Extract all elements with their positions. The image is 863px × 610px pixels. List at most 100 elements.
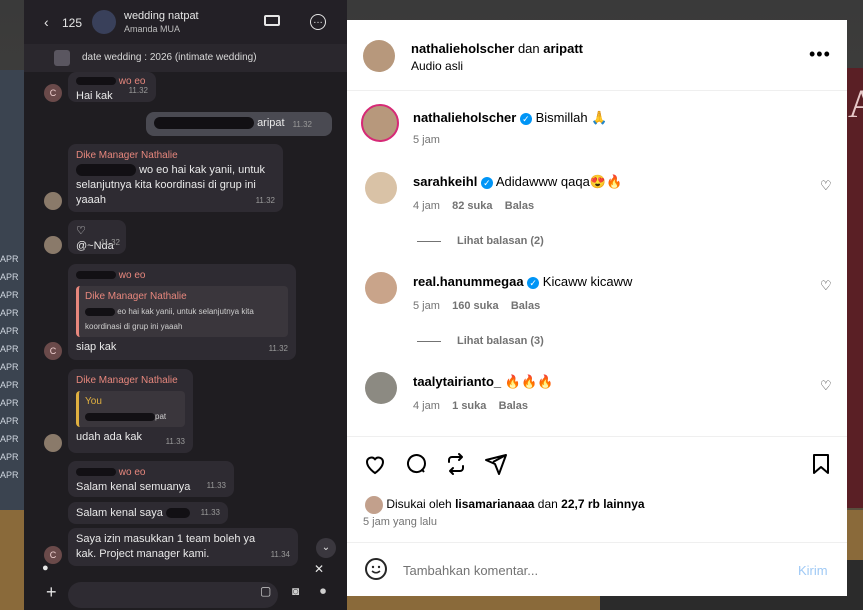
- bookmark-icon[interactable]: [809, 452, 833, 476]
- chat-message: wo eo Hai kak 11.32: [68, 72, 156, 102]
- message-time: 11.33: [165, 437, 185, 446]
- message-time: 11.32: [268, 344, 288, 353]
- heart-icon[interactable]: ♡: [820, 279, 832, 292]
- unread-count: 125: [62, 16, 83, 30]
- chat-message: wo eo Salam kenal semuanya 11.33: [68, 461, 234, 497]
- message-text: Salam kenal saya: [76, 507, 163, 519]
- chat-message: ♡ @~Nda 11.32: [68, 220, 126, 254]
- message-sender: wo eo: [76, 268, 288, 283]
- caption-username[interactable]: nathalieholscher: [413, 110, 516, 125]
- sender-avatar: [44, 236, 62, 254]
- caption-time: 5 jam: [413, 134, 440, 146]
- reply-button[interactable]: Balas: [511, 300, 540, 312]
- share-icon[interactable]: [484, 452, 508, 476]
- view-replies[interactable]: Lihat balasan (3): [417, 335, 544, 347]
- caption-avatar[interactable]: [361, 104, 399, 142]
- caption: nathalieholscher ✓ Bismillah 🙏: [413, 110, 607, 126]
- post-media: ‹ 125 wedding natpat Amanda MUA … date w…: [24, 0, 347, 610]
- author-username[interactable]: nathalieholscher: [411, 41, 514, 56]
- liker-username[interactable]: lisamarianaaa: [455, 497, 534, 511]
- chat-message: wo eo Dike Manager Nathalie eo hai kak y…: [68, 264, 296, 360]
- camera-icon: ◙: [292, 584, 300, 598]
- comment-meta: 5 jam 160 suka Balas: [413, 300, 540, 312]
- comment-avatar[interactable]: [365, 372, 397, 404]
- comment-divider: [347, 542, 847, 543]
- comment-likes[interactable]: 82 suka: [452, 200, 492, 212]
- quoted-text: pat: [85, 409, 179, 424]
- message-sender: Dike Manager Nathalie: [76, 150, 178, 161]
- authors-joiner: dan: [517, 41, 540, 56]
- message-time: 11.33: [200, 508, 220, 517]
- sender-avatar: [44, 192, 62, 210]
- chat-input: [68, 582, 278, 608]
- comment-input[interactable]: Tambahkan komentar...: [403, 563, 538, 578]
- liked-by-and: dan: [537, 497, 558, 512]
- chat-message: Dike Manager Nathalie You pat udah ada k…: [68, 369, 193, 453]
- chat-menu-icon: …: [310, 14, 326, 30]
- chat-message-outgoing: aripat 11.32: [146, 112, 332, 136]
- post-authors: nathalieholscher dan aripatt: [411, 41, 583, 56]
- comment-avatar[interactable]: [365, 172, 397, 204]
- sender-avatar: C: [44, 342, 62, 360]
- comment: real.hanummegaa ✓ Kicaww kicaww: [413, 274, 632, 289]
- reply-button[interactable]: Balas: [505, 200, 534, 212]
- heart-icon[interactable]: ♡: [820, 379, 832, 392]
- author-avatar[interactable]: [363, 40, 395, 72]
- comment-text: Adidawww qaqa😍🔥: [495, 174, 623, 189]
- message-sender: Dike Manager Nathalie: [76, 375, 178, 386]
- message-text: aripat: [257, 117, 285, 129]
- group-avatar: [92, 10, 116, 34]
- message-text: Salam kenal semuanya: [76, 481, 191, 493]
- comment: sarahkeihl ✓ Adidawww qaqa😍🔥: [413, 174, 622, 190]
- message-text: siap kak: [76, 341, 117, 353]
- sticker-icon: ▢: [260, 584, 272, 598]
- plus-icon: +: [46, 582, 57, 602]
- comment-time: 4 jam: [413, 400, 440, 412]
- verified-icon: ✓: [519, 112, 532, 125]
- scroll-down-icon: ⌄: [316, 538, 336, 558]
- chat-message: Saya izin masukkan 1 team boleh ya kak. …: [68, 528, 298, 566]
- liked-by: Disukai oleh lisamarianaaa dan 22,7 rb l…: [365, 496, 645, 514]
- liker-avatar: [365, 496, 383, 514]
- microphone-icon: ⏺: [320, 584, 327, 598]
- reply-button[interactable]: Balas: [499, 400, 528, 412]
- likes-count[interactable]: 22,7 rb lainnya: [561, 497, 644, 511]
- sender-avatar: [44, 434, 62, 452]
- liked-by-prefix: Disukai oleh: [386, 497, 452, 512]
- message-sender: wo eo: [76, 465, 226, 480]
- more-icon[interactable]: •••: [809, 44, 831, 65]
- audio-label[interactable]: Audio asli: [411, 59, 463, 73]
- message-time: 11.32: [255, 196, 275, 205]
- comment-likes[interactable]: 160 suka: [452, 300, 498, 312]
- comment-username[interactable]: real.hanummegaa: [413, 274, 524, 289]
- group-name: wedding natpat: [124, 10, 199, 22]
- person-icon: ●: [42, 562, 49, 574]
- post-time: 5 jam yang lalu: [363, 516, 437, 528]
- comment-username[interactable]: sarahkeihl: [413, 174, 477, 189]
- backdrop-left-text: APR APR APR APR APR APR APR APR APR APR …: [0, 254, 19, 480]
- comment-username[interactable]: taalytairianto_: [413, 374, 501, 389]
- post-comment-button[interactable]: Kirim: [798, 563, 828, 578]
- comment-avatar[interactable]: [365, 272, 397, 304]
- heart-icon[interactable]: [363, 452, 387, 476]
- actions-divider: [347, 436, 847, 437]
- comment-icon[interactable]: [404, 452, 428, 476]
- message-time: 11.32: [292, 120, 312, 129]
- video-call-icon: [264, 15, 280, 26]
- backdrop-right-poster: [847, 68, 863, 508]
- coauthor-username[interactable]: aripatt: [543, 41, 583, 56]
- back-icon: ‹: [44, 14, 49, 30]
- sender-avatar: C: [44, 84, 62, 102]
- comment-text: 🔥🔥🔥: [504, 374, 554, 389]
- message-time: 11.32: [100, 238, 120, 247]
- comment-likes[interactable]: 1 suka: [452, 400, 486, 412]
- comment-meta: 4 jam 82 suka Balas: [413, 200, 534, 212]
- verified-icon: ✓: [527, 276, 540, 289]
- quoted-message: Dike Manager Nathalie eo hai kak yanii, …: [76, 286, 288, 337]
- heart-icon[interactable]: ♡: [820, 179, 832, 192]
- repost-icon[interactable]: [444, 452, 468, 476]
- emoji-icon[interactable]: [365, 558, 387, 580]
- chat-header: ‹ 125 wedding natpat Amanda MUA …: [24, 0, 347, 44]
- view-replies[interactable]: Lihat balasan (2): [417, 235, 544, 247]
- message-time: 11.32: [128, 86, 148, 95]
